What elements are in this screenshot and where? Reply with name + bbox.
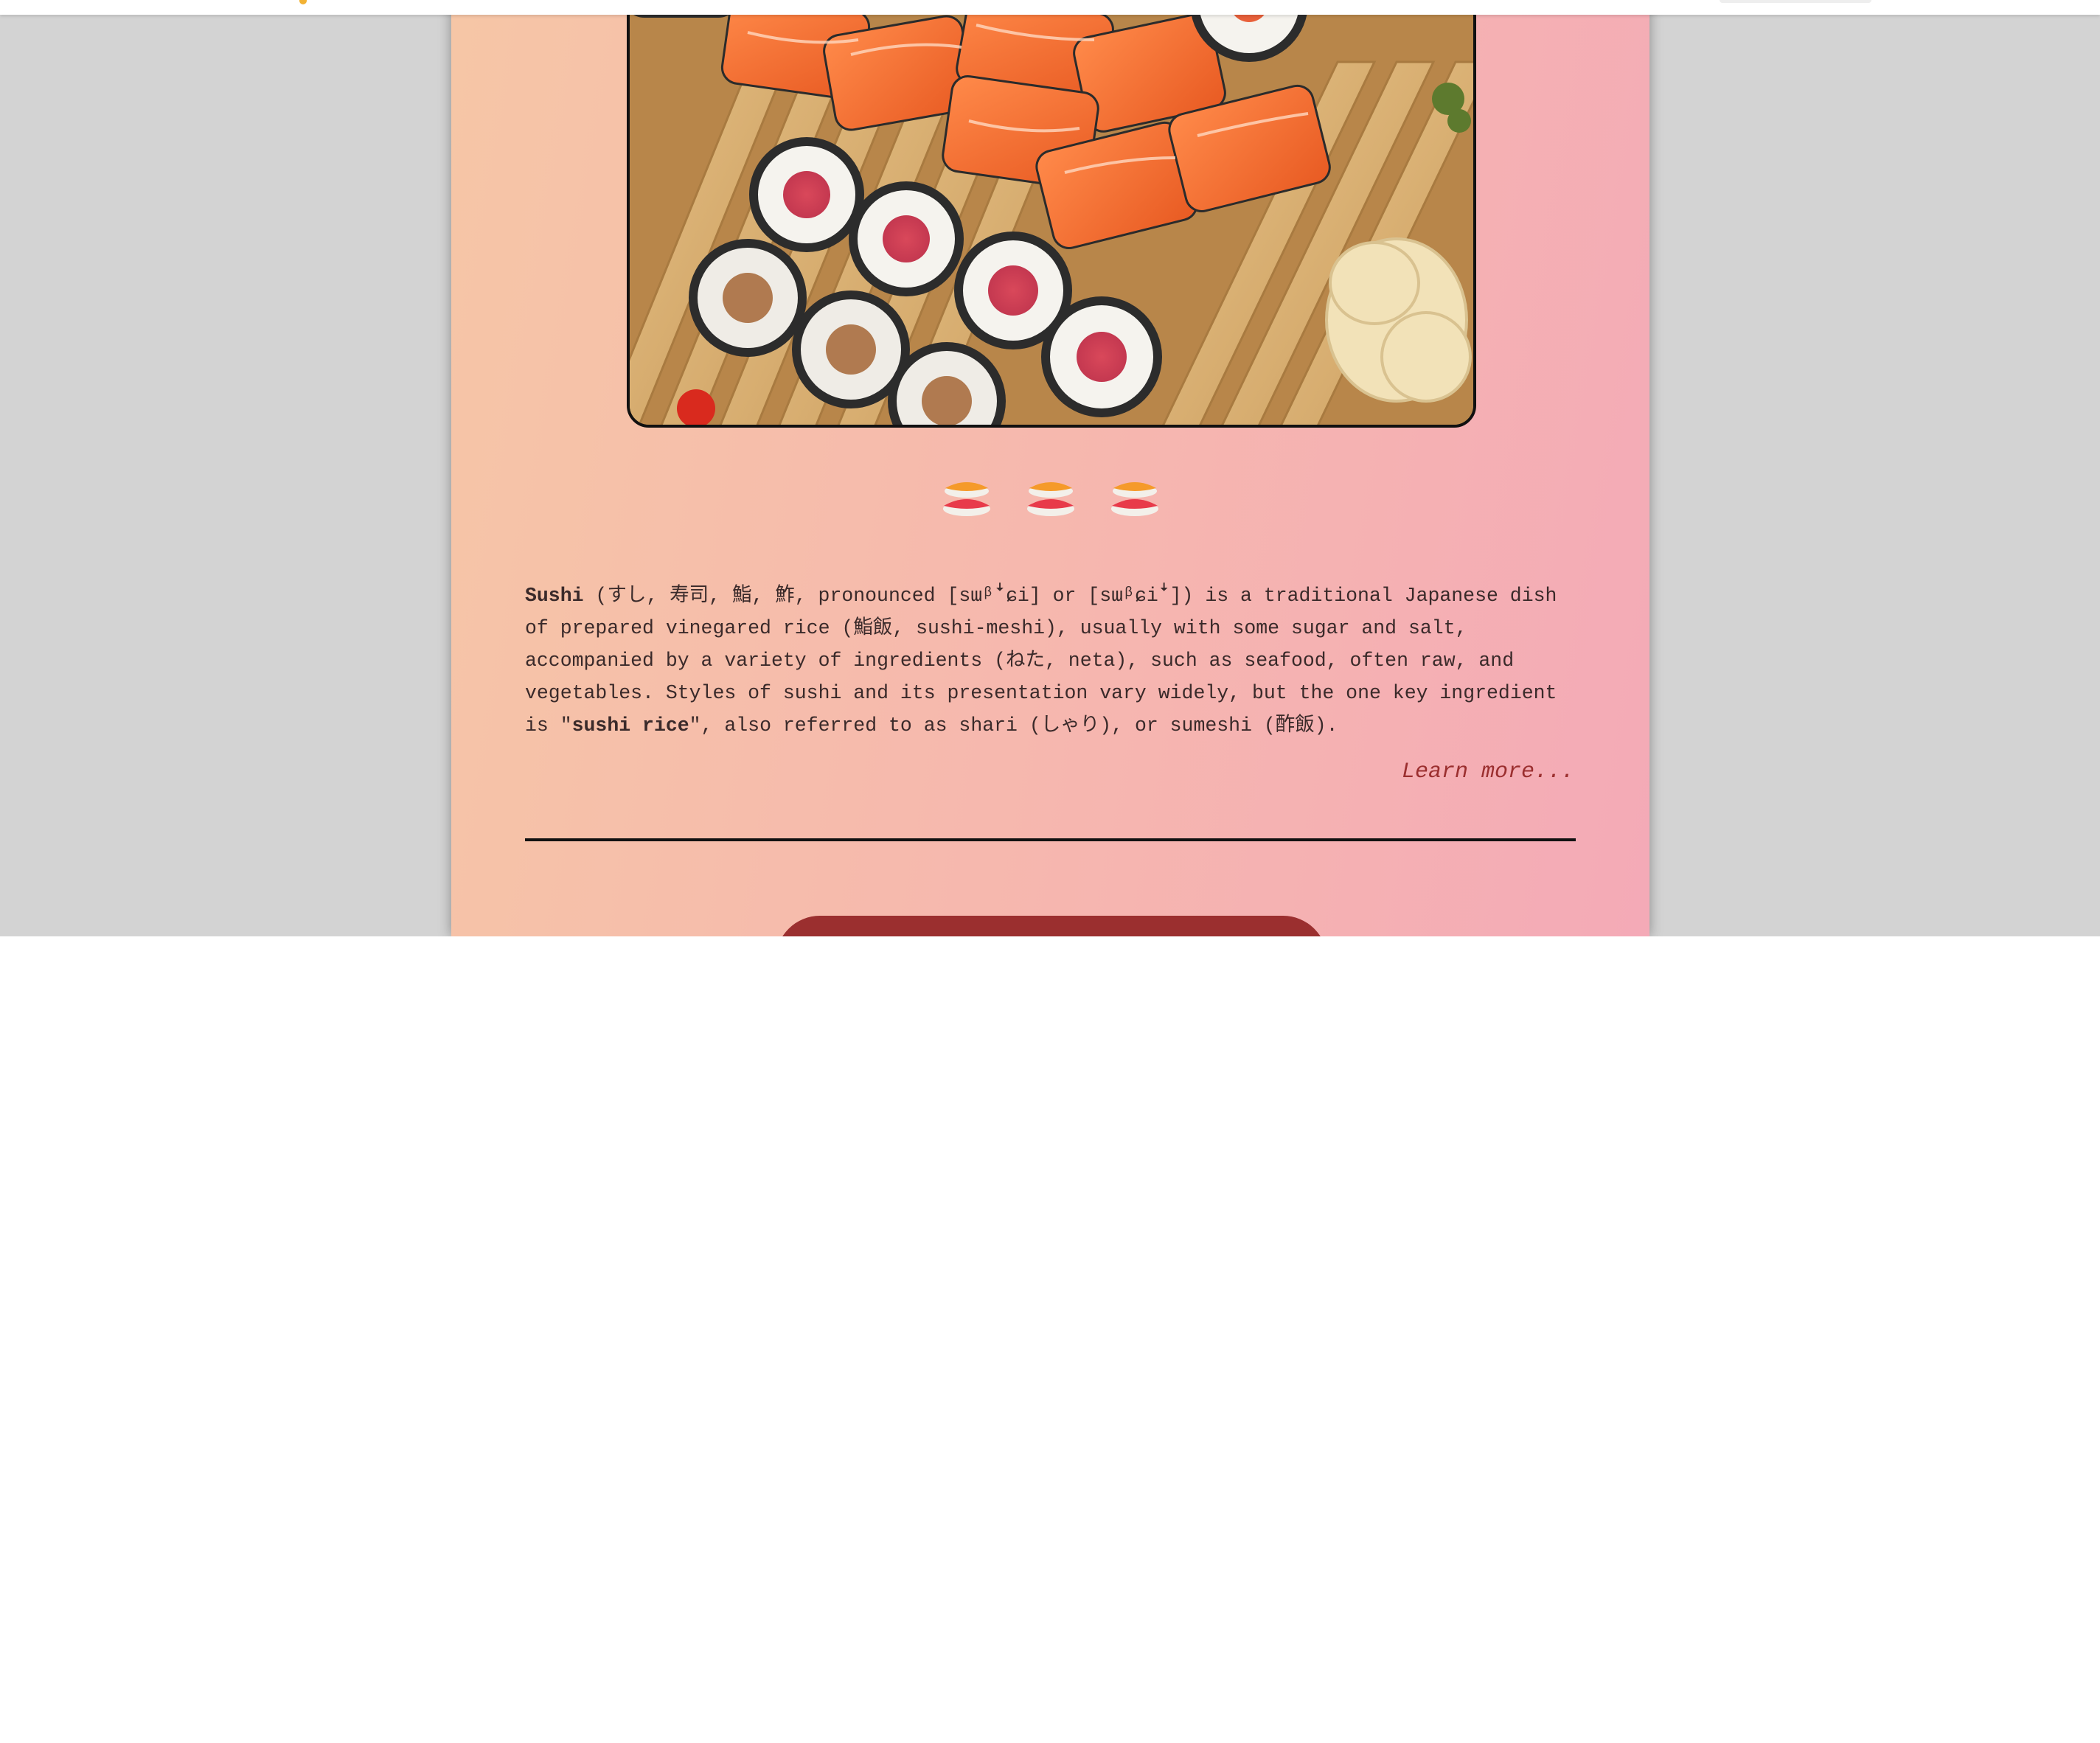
- description-term: Sushi: [525, 585, 584, 607]
- learn-more-link[interactable]: Learn more...: [1402, 759, 1574, 784]
- logo-icon[interactable]: [299, 0, 307, 4]
- sushi-description: Sushi (すし, 寿司, 鮨, 鮓, pronounced [sɯᵝꜜɕi]…: [525, 580, 1579, 742]
- cta-button[interactable]: [776, 916, 1327, 936]
- browser-viewport: Sushi (すし, 寿司, 鮨, 鮓, pronounced [sɯᵝꜜɕi]…: [0, 0, 2100, 936]
- hero-image: [627, 0, 1476, 428]
- sushi-icon: [1026, 482, 1074, 516]
- sushi-photo-illustration: [630, 0, 1473, 425]
- description-text-2: ", also referred to as shari (しゃり), or s…: [689, 714, 1338, 737]
- description-emphasis: sushi rice: [571, 714, 689, 737]
- sushi-icon: [1110, 482, 1158, 516]
- top-navigation-bar: [0, 0, 2100, 15]
- sushi-icon: [942, 482, 990, 516]
- sushi-decoration-row: [451, 472, 1649, 523]
- section-divider: [525, 838, 1576, 841]
- nav-button[interactable]: [1720, 0, 1871, 3]
- content-card: Sushi (すし, 寿司, 鮨, 鮓, pronounced [sɯᵝꜜɕi]…: [451, 0, 1649, 936]
